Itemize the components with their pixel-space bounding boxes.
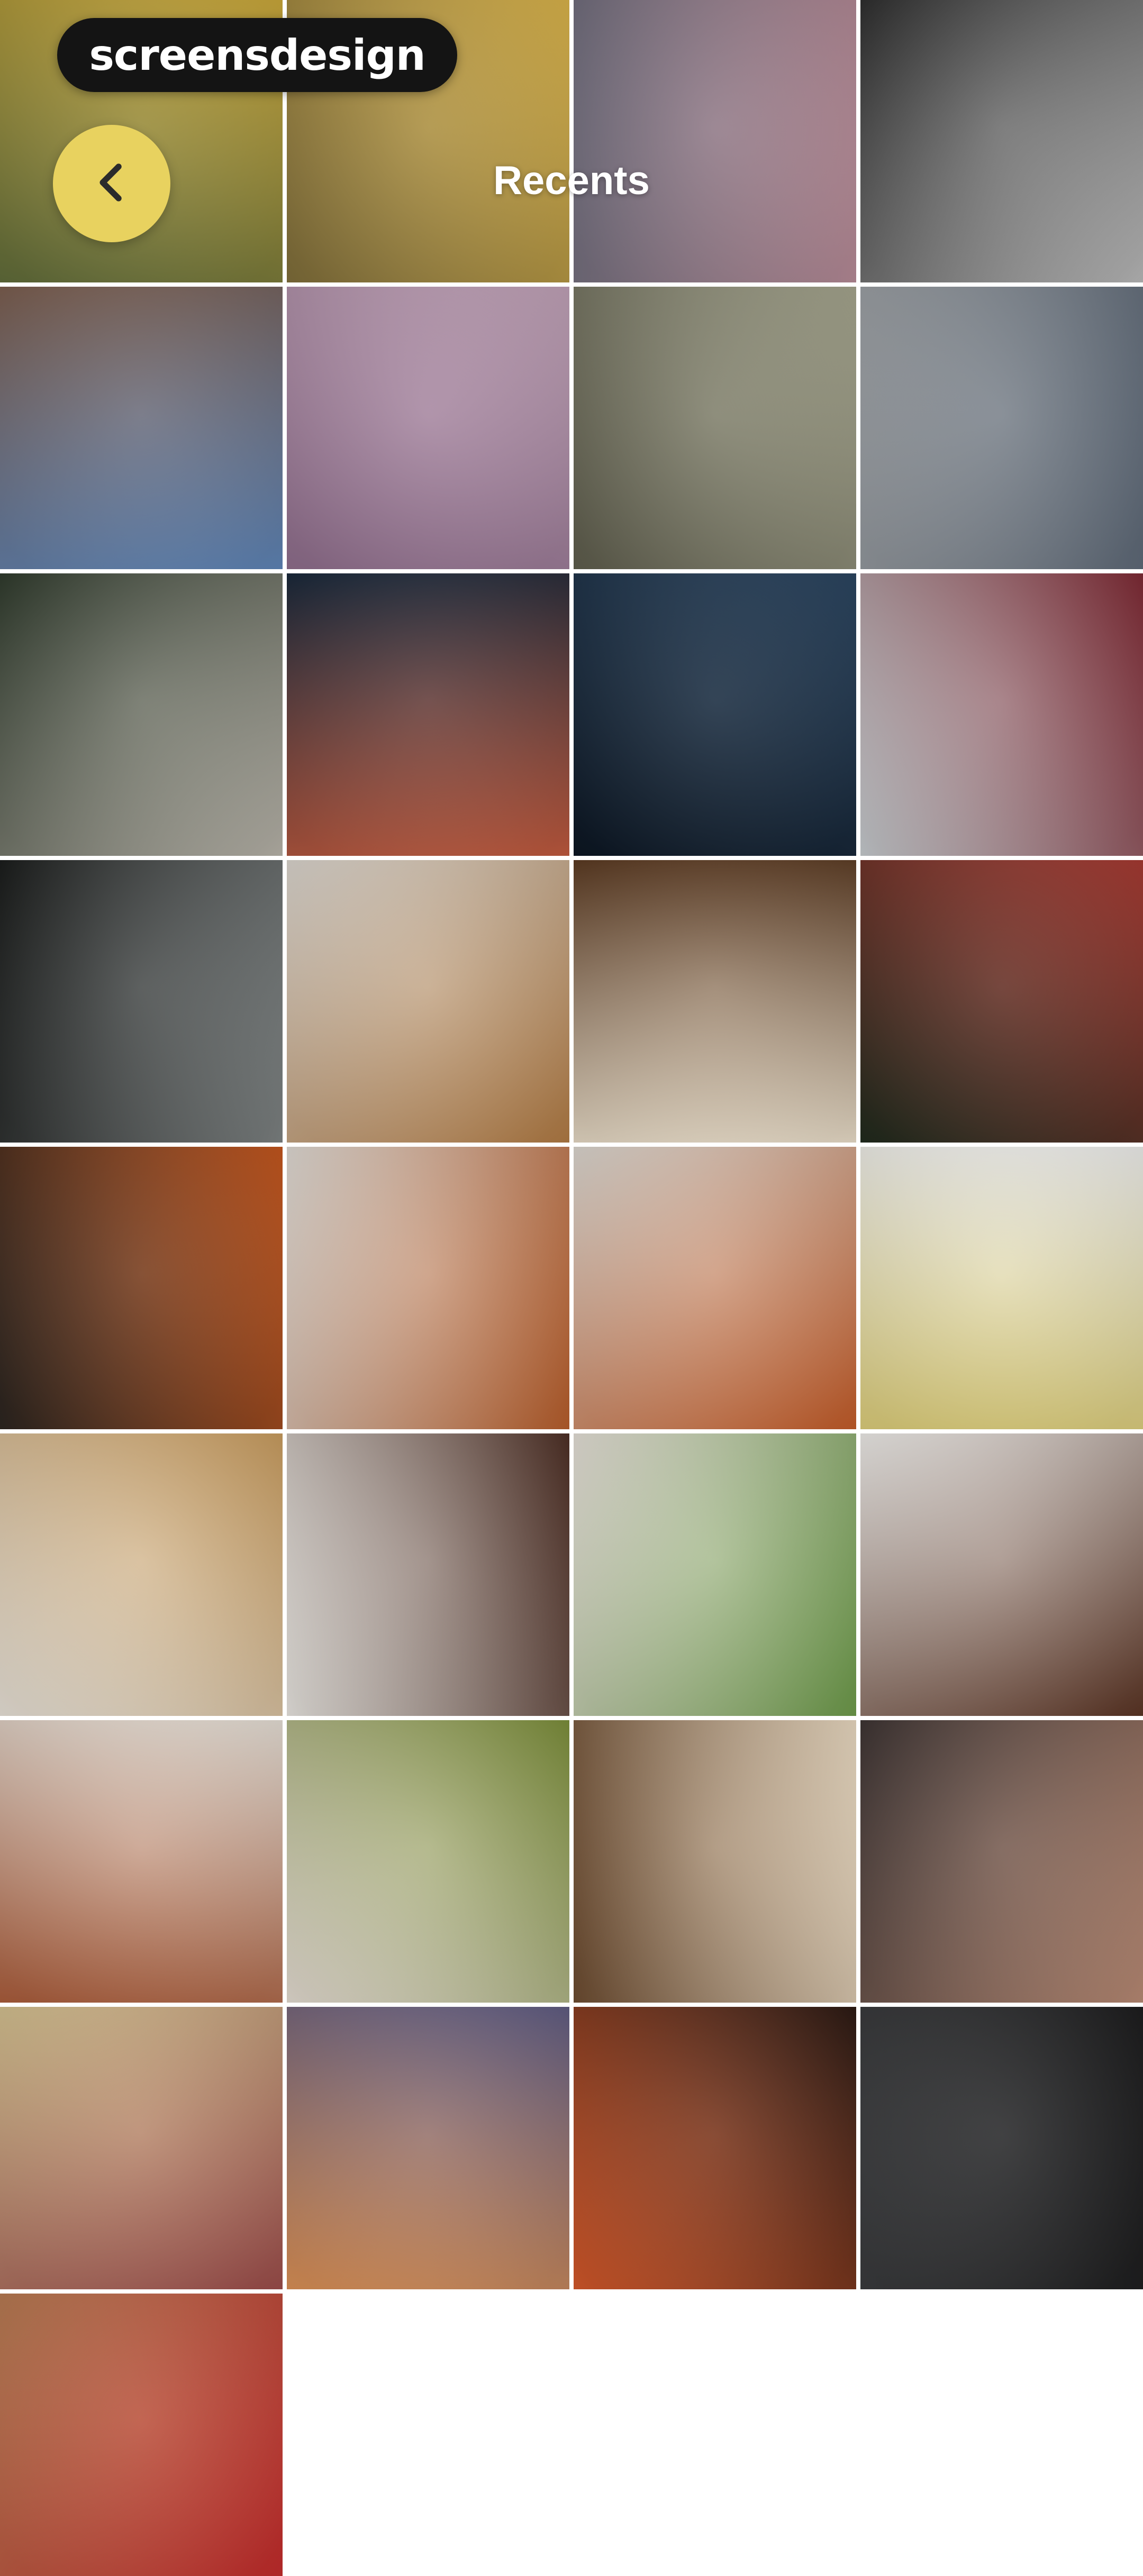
photo-thumbnail[interactable] xyxy=(287,1147,569,1429)
photo-thumbnail[interactable] xyxy=(0,860,283,1143)
photo-thumbnail[interactable] xyxy=(0,2007,283,2289)
photo-thumbnail[interactable] xyxy=(287,1433,569,1716)
photo-thumbnail[interactable] xyxy=(574,0,856,282)
photo-thumbnail[interactable] xyxy=(0,573,283,856)
photo-thumbnail[interactable] xyxy=(0,2294,283,2576)
brand-watermark: screensdesign xyxy=(57,18,457,92)
photo-thumbnail[interactable] xyxy=(860,860,1143,1143)
photo-thumbnail[interactable] xyxy=(574,573,856,856)
photo-thumbnail[interactable] xyxy=(0,1147,283,1429)
photo-thumbnail[interactable] xyxy=(574,860,856,1143)
photo-thumbnail[interactable] xyxy=(860,0,1143,282)
photo-thumbnail[interactable] xyxy=(287,287,569,569)
photo-thumbnail[interactable] xyxy=(860,287,1143,569)
photo-thumbnail[interactable] xyxy=(860,1433,1143,1716)
photo-thumbnail[interactable] xyxy=(287,573,569,856)
photo-thumbnail[interactable] xyxy=(574,2007,856,2289)
photo-thumbnail[interactable] xyxy=(287,2007,569,2289)
photo-thumbnail[interactable] xyxy=(860,1147,1143,1429)
photo-thumbnail[interactable] xyxy=(0,287,283,569)
photo-thumbnail[interactable] xyxy=(574,1433,856,1716)
photo-thumbnail[interactable] xyxy=(860,573,1143,856)
brand-text: screensdesign xyxy=(89,30,425,80)
photo-thumbnail[interactable] xyxy=(574,1720,856,2003)
photo-grid xyxy=(0,0,1143,2576)
photo-thumbnail[interactable] xyxy=(0,1720,283,2003)
photo-thumbnail[interactable] xyxy=(574,1147,856,1429)
photo-thumbnail[interactable] xyxy=(574,287,856,569)
photo-thumbnail[interactable] xyxy=(287,1720,569,2003)
photo-thumbnail[interactable] xyxy=(860,2007,1143,2289)
photo-thumbnail[interactable] xyxy=(0,1433,283,1716)
photo-thumbnail[interactable] xyxy=(860,1720,1143,2003)
photo-thumbnail[interactable] xyxy=(287,860,569,1143)
page-title: Recents xyxy=(493,158,650,203)
